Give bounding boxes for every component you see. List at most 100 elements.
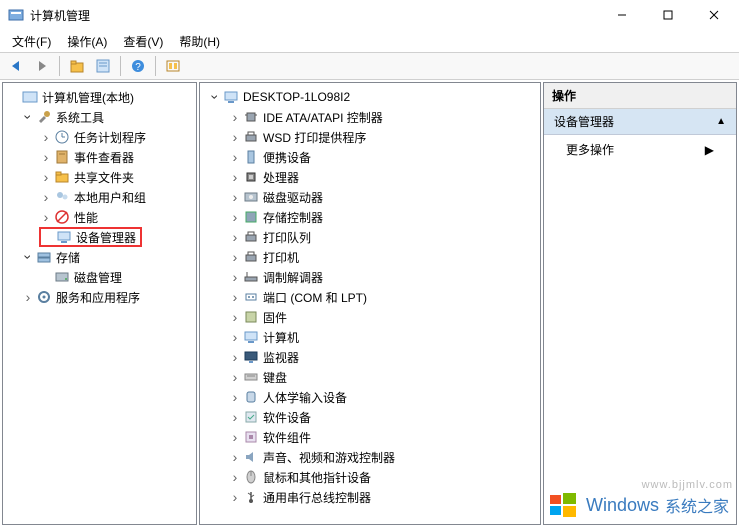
device-item-hid[interactable]: 人体学输入设备 [202,387,538,407]
tree-item-performance[interactable]: 性能 [5,207,194,227]
device-item-ide[interactable]: IDE ATA/ATAPI 控制器 [202,107,538,127]
tree-label: 性能 [74,209,98,226]
chevron-right-icon[interactable] [228,250,242,264]
chevron-right-icon[interactable] [228,490,242,504]
tree-item-task-scheduler[interactable]: 任务计划程序 [5,127,194,147]
navigation-tree[interactable]: 计算机管理(本地) 系统工具 任务计划程序事件查看器共享文件夹本地用户和组性能设… [2,82,197,525]
chevron-right-icon[interactable] [228,210,242,224]
printer-icon [243,229,259,245]
chevron-right-icon[interactable] [228,170,242,184]
chevron-right-icon[interactable] [39,130,53,144]
chevron-down-icon[interactable] [21,110,35,124]
tree-item-local-users[interactable]: 本地用户和组 [5,187,194,207]
chip-icon [243,109,259,125]
chevron-right-icon[interactable] [228,150,242,164]
tree-item-shared-folders[interactable]: 共享文件夹 [5,167,194,187]
chevron-right-icon[interactable] [228,190,242,204]
device-label: 固件 [263,309,287,326]
device-item-wsd[interactable]: WSD 打印提供程序 [202,127,538,147]
help-button[interactable]: ? [126,54,150,78]
audio-icon [243,449,259,465]
collapse-icon[interactable]: ▲ [716,116,726,127]
device-item-printqueue[interactable]: 打印队列 [202,227,538,247]
properties-button[interactable] [91,54,115,78]
chevron-down-icon[interactable] [208,90,222,104]
perf-icon [54,209,70,225]
device-item-audio[interactable]: 声音、视频和游戏控制器 [202,447,538,467]
device-label: 声音、视频和游戏控制器 [263,449,395,466]
hdd-icon [243,189,259,205]
chevron-right-icon[interactable] [39,210,53,224]
device-root[interactable]: DESKTOP-1LO98I2 [202,87,538,107]
device-item-swdev[interactable]: 软件设备 [202,407,538,427]
up-button[interactable] [65,54,89,78]
chevron-right-icon[interactable] [228,410,242,424]
mouse-icon [243,469,259,485]
device-item-printer[interactable]: 打印机 [202,247,538,267]
window-controls [599,0,737,30]
tree-label: 设备管理器 [76,229,136,246]
device-label: 键盘 [263,369,287,386]
menu-view[interactable]: 查看(V) [117,31,169,52]
tree-storage[interactable]: 存储 [5,247,194,267]
back-button[interactable] [4,54,28,78]
device-tree[interactable]: DESKTOP-1LO98I2 IDE ATA/ATAPI 控制器WSD 打印提… [199,82,541,525]
actions-more[interactable]: 更多操作 ▶ [544,135,736,164]
device-label: 监视器 [263,349,299,366]
device-label: 人体学输入设备 [263,389,347,406]
attribution-url: www.bjjmlv.com [642,479,733,491]
device-item-keyboard[interactable]: 键盘 [202,367,538,387]
chevron-right-icon[interactable] [228,230,242,244]
close-button[interactable] [691,0,737,30]
device-item-ports[interactable]: 端口 (COM 和 LPT) [202,287,538,307]
device-item-storagectl[interactable]: 存储控制器 [202,207,538,227]
device-item-computer[interactable]: 计算机 [202,327,538,347]
device-item-swcomp[interactable]: 软件组件 [202,427,538,447]
tree-item-device-manager[interactable]: 设备管理器 [5,227,194,247]
device-item-firmware[interactable]: 固件 [202,307,538,327]
chevron-right-icon[interactable] [228,430,242,444]
chevron-right-icon[interactable] [228,110,242,124]
forward-button[interactable] [30,54,54,78]
show-hide-button[interactable] [161,54,185,78]
device-item-mouse[interactable]: 鼠标和其他指针设备 [202,467,538,487]
chevron-right-icon[interactable] [228,130,242,144]
chevron-right-icon[interactable] [228,390,242,404]
device-item-cpu[interactable]: 处理器 [202,167,538,187]
chevron-right-icon[interactable] [228,350,242,364]
chevron-down-icon[interactable] [21,250,35,264]
chevron-right-icon[interactable] [21,290,35,304]
chevron-right-icon[interactable] [228,470,242,484]
device-item-portable[interactable]: 便携设备 [202,147,538,167]
spacer [7,90,21,104]
chevron-right-icon[interactable] [228,370,242,384]
tree-item-event-viewer[interactable]: 事件查看器 [5,147,194,167]
chevron-right-icon[interactable] [39,170,53,184]
chevron-right-icon[interactable] [228,310,242,324]
app-icon [8,7,24,23]
menu-file[interactable]: 文件(F) [6,31,57,52]
computer-mgmt-icon [22,89,38,105]
chevron-right-icon[interactable] [228,450,242,464]
device-item-monitor[interactable]: 监视器 [202,347,538,367]
chevron-right-icon[interactable] [39,190,53,204]
chevron-right-icon[interactable] [39,150,53,164]
device-item-diskdrive[interactable]: 磁盘驱动器 [202,187,538,207]
actions-context[interactable]: 设备管理器 ▲ [544,109,736,135]
tree-item-disk-management[interactable]: 磁盘管理 [5,267,194,287]
firmware-icon [243,309,259,325]
menu-help[interactable]: 帮助(H) [173,31,226,52]
minimize-button[interactable] [599,0,645,30]
device-item-modem[interactable]: 调制解调器 [202,267,538,287]
device-item-usb[interactable]: 通用串行总线控制器 [202,487,538,507]
tree-root[interactable]: 计算机管理(本地) [5,87,194,107]
chevron-right-icon[interactable] [228,270,242,284]
tree-system-tools[interactable]: 系统工具 [5,107,194,127]
tree-services[interactable]: 服务和应用程序 [5,287,194,307]
chevron-right-icon[interactable] [228,330,242,344]
computer-icon [243,329,259,345]
maximize-button[interactable] [645,0,691,30]
chevron-right-icon[interactable] [228,290,242,304]
menu-action[interactable]: 操作(A) [61,31,113,52]
toolbar-separator [120,56,121,76]
